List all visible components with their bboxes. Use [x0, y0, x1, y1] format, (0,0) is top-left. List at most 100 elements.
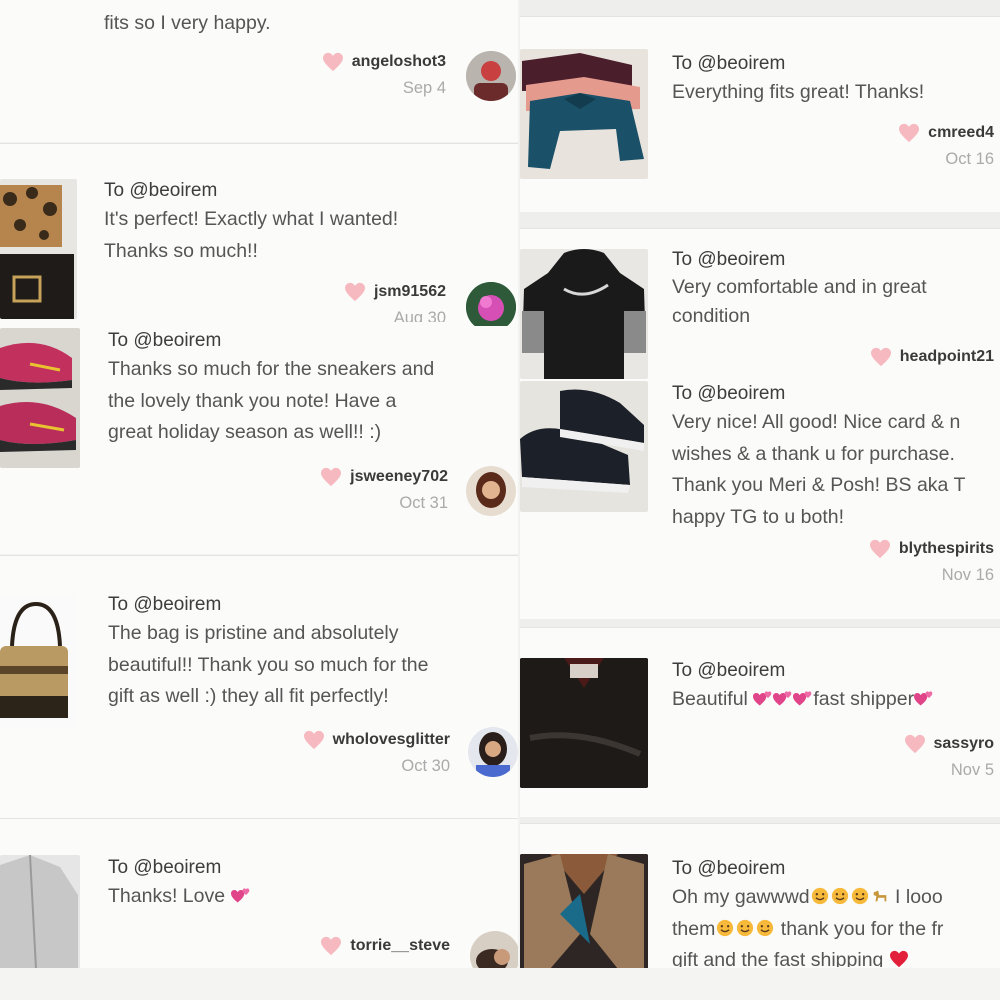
review-line: Thanks so much for the sneakers and: [108, 358, 435, 380]
review-line-text: I looo: [895, 886, 943, 908]
heart-icon[interactable]: [870, 347, 892, 367]
reviewer-username[interactable]: wholovesglitter: [303, 730, 450, 750]
recipient-label[interactable]: To @beoirem: [104, 180, 398, 202]
username-text: torrie__steve: [350, 937, 450, 954]
review-card: fits so I very happy. angeloshot3 Sep 4: [0, 0, 518, 142]
smiling-face-emoji: [831, 887, 848, 905]
product-thumbnail[interactable]: [520, 658, 648, 788]
username-text: jsm91562: [373, 283, 446, 300]
review-line: Thank you Meri & Posh! BS aka T: [672, 474, 966, 496]
avatar[interactable]: [466, 466, 516, 516]
review-body: To @beoirem Very nice! All good! Nice ca…: [672, 383, 965, 533]
divider: [520, 619, 1000, 627]
divider: [520, 212, 1000, 228]
heart-icon[interactable]: [904, 734, 926, 754]
heart-icon[interactable]: [303, 730, 325, 750]
username-text: cmreed4: [928, 124, 994, 141]
two-hearts-emoji: [230, 888, 249, 903]
heart-icon[interactable]: [898, 123, 920, 143]
avatar[interactable]: [466, 51, 516, 101]
recipient-label[interactable]: To @beoirem: [672, 660, 934, 682]
heart-icon[interactable]: [322, 52, 344, 72]
reviewer-username[interactable]: sassyro: [904, 734, 995, 754]
heart-icon[interactable]: [320, 936, 342, 956]
review-meta: blythespirits Nov 16: [869, 539, 994, 585]
heart-icon[interactable]: [869, 539, 891, 559]
review-line: gift as well :) they all fit perfectly!: [108, 685, 389, 707]
product-thumbnail[interactable]: [0, 855, 80, 969]
right-column: To @beoirem Everything fits great! Thank…: [520, 0, 1000, 1000]
username-text: wholovesglitter: [332, 731, 450, 748]
recipient-label[interactable]: To @beoirem: [672, 53, 924, 75]
review-date: Oct 31: [399, 494, 448, 512]
username-text: angeloshot3: [351, 53, 446, 70]
review-line: Everything fits great! Thanks!: [672, 81, 925, 103]
review-body: To @beoirem Oh my gawwwd I looo them tha…: [672, 858, 943, 967]
review-body: To @beoirem Thanks! Love: [108, 857, 251, 913]
recipient-label[interactable]: To @beoirem: [672, 249, 927, 271]
recipient-label[interactable]: To @beoirem: [672, 858, 943, 880]
dog-emoji: [873, 890, 886, 902]
review-body: To @beoirem Everything fits great! Thank…: [672, 53, 924, 109]
recipient-label[interactable]: To @beoirem: [108, 330, 434, 352]
review-card: To @beoirem The bag is pristine and abso…: [0, 555, 518, 819]
recipient-label[interactable]: To @beoirem: [672, 383, 965, 405]
review-date: Oct 30: [401, 757, 450, 775]
recipient-label[interactable]: To @beoirem: [108, 857, 251, 879]
smiling-face-emoji: [717, 919, 734, 936]
review-card: To @beoirem Beautiful fast shipper sassy…: [520, 627, 1000, 818]
reviewer-username[interactable]: cmreed4: [898, 123, 994, 143]
reviewer-username[interactable]: angeloshot3: [322, 52, 446, 72]
heart-icon[interactable]: [320, 467, 342, 487]
review-line-text: Oh my gawwwd: [672, 886, 810, 908]
review-line: gift and the fast shipping: [672, 945, 943, 967]
product-thumbnail[interactable]: [0, 328, 80, 468]
review-date: Nov 16: [941, 566, 994, 584]
review-line: great holiday season as well!! :): [108, 421, 382, 443]
bottom-strip: [0, 968, 1000, 1000]
review-card: To @beoirem Very comfortable and in grea…: [520, 228, 1000, 382]
product-thumbnail[interactable]: [520, 49, 648, 179]
smiling-face-emoji: [737, 919, 754, 936]
review-line: condition: [672, 305, 751, 327]
avatar[interactable]: [470, 931, 518, 969]
two-hearts-emoji: [773, 691, 792, 706]
divider: [520, 0, 1000, 16]
product-thumbnail[interactable]: [0, 179, 77, 319]
avatar[interactable]: [466, 282, 516, 327]
red-heart-emoji: [889, 950, 908, 967]
product-thumbnail[interactable]: [0, 596, 76, 728]
review-meta: sassyro Nov 5: [904, 734, 995, 780]
username-text: sassyro: [933, 735, 995, 752]
review-message: fits so I very happy.: [104, 12, 271, 34]
two-hearts-emoji: [914, 691, 933, 706]
heart-icon[interactable]: [344, 282, 366, 302]
review-line: Very nice! All good! Nice card & n: [672, 411, 961, 433]
review-meta: headpoint21: [870, 347, 994, 367]
review-meta: jsweeney702 Oct 31: [320, 467, 448, 513]
avatar[interactable]: [468, 727, 518, 777]
product-thumbnail[interactable]: [520, 854, 648, 969]
review-line: the lovely thank you note! Have a: [108, 389, 397, 412]
reviewer-username[interactable]: jsweeney702: [320, 467, 448, 487]
review-meta: wholovesglitter Oct 30: [303, 730, 450, 776]
review-body: To @beoirem It's perfect! Exactly what I…: [104, 180, 398, 267]
recipient-label[interactable]: To @beoirem: [108, 594, 429, 616]
review-line-text: Beautiful: [672, 688, 748, 710]
product-thumbnail[interactable]: [520, 381, 648, 512]
reviewer-username[interactable]: blythespirits: [869, 539, 994, 559]
review-line: Thanks so much!!: [104, 239, 258, 262]
review-date: Nov 5: [950, 761, 994, 779]
review-body: To @beoirem Beautiful fast shipper: [672, 660, 934, 716]
reviewer-username[interactable]: torrie__steve: [320, 936, 450, 956]
smiling-face-emoji: [851, 887, 868, 905]
review-date: Oct 16: [945, 150, 994, 168]
review-body: To @beoirem Very comfortable and in grea…: [672, 249, 927, 331]
review-card: To @beoirem Thanks! Love torrie__steve: [0, 818, 518, 969]
reviewer-username[interactable]: jsm91562: [344, 282, 446, 302]
review-meta: angeloshot3 Sep 4: [322, 52, 446, 98]
reviewer-username[interactable]: headpoint21: [870, 347, 994, 367]
review-line-text: gift and the fast shipping: [672, 949, 884, 967]
product-thumbnail[interactable]: [520, 249, 648, 379]
review-card: To @beoirem Thanks so much for the sneak…: [0, 326, 518, 554]
